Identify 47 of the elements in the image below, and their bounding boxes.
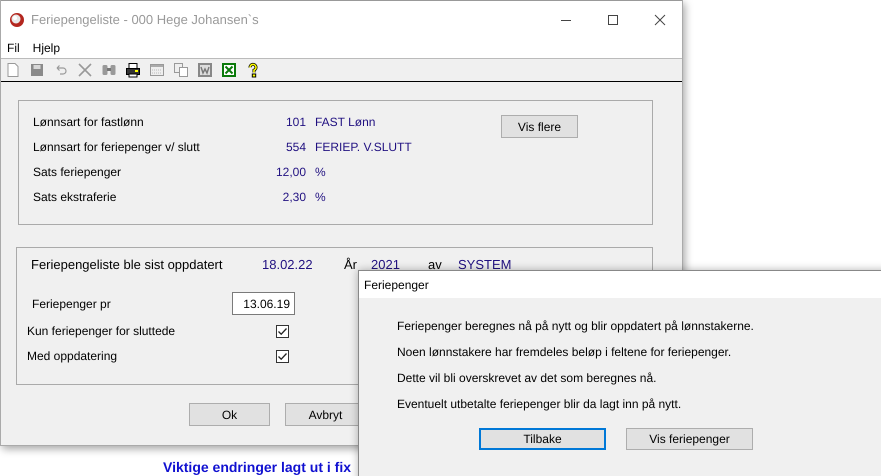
menu-item[interactable]: Fil [7, 41, 20, 55]
message-text: Eventuelt utbetalte feriepenger blir da lagt inn på nytt. [397, 397, 682, 412]
setting-value: 12,00 [274, 165, 306, 180]
setting-text: FERIEP. V.SLUTT [315, 140, 413, 155]
binoculars-icon[interactable] [101, 62, 117, 78]
window-title: Feriepengeliste - 000 Hege Johansen`s [31, 12, 259, 27]
message-text: Dette vil bli overskrevet av det som beregnes nå. [397, 371, 658, 386]
message-text: Noen lønnstakere har fremdeles beløp i feltene for feriepenger. [397, 345, 732, 360]
setting-label: Sats feriepenger [33, 165, 122, 180]
dialog-button[interactable]: Ok [189, 403, 270, 426]
message-text: Feriepenger beregnes nå på nytt og blir oppdatert på lønnstakerne. [397, 319, 755, 334]
dialog-button[interactable]: Vis feriepenger [626, 428, 753, 450]
close-icon[interactable] [654, 14, 666, 26]
date-field[interactable]: 13.06.19 [232, 292, 295, 315]
checkbox-label: Med oppdatering [27, 349, 118, 363]
setting-text: % [315, 190, 327, 205]
setting-label: Lønnsart for fastlønn [33, 115, 145, 130]
setting-value: 2,30 [282, 190, 306, 205]
dialog-button[interactable]: Tilbake [479, 428, 606, 450]
checkbox[interactable] [276, 324, 289, 338]
checkbox-label: Kun feriepenger for sluttede [27, 324, 176, 338]
printer-icon[interactable] [125, 62, 141, 78]
checkbox[interactable] [276, 350, 289, 362]
updated-by: SYSTEM [458, 257, 512, 272]
setting-label: Sats ekstraferie [33, 190, 118, 205]
updated-date: 18.02.22 [262, 257, 314, 272]
app-icon [9, 12, 25, 28]
maximize-icon[interactable] [607, 14, 619, 26]
new-document-icon[interactable] [5, 62, 21, 78]
year-label: År [344, 257, 358, 272]
save-icon[interactable] [29, 62, 45, 78]
copy-icon[interactable] [173, 62, 189, 78]
spreadsheet-icon[interactable] [221, 62, 237, 78]
setting-label: Lønnsart for feriepenger v/ slutt [33, 140, 201, 155]
show-more-button[interactable]: Vis flere [501, 115, 578, 138]
document-icon[interactable] [197, 62, 213, 78]
menu-item[interactable]: Hjelp [32, 41, 60, 55]
setting-text: FAST Lønn [315, 115, 376, 130]
updated-label: Feriepengeliste ble sist oppdatert [31, 257, 224, 272]
dialog-title: Feriepenger [364, 278, 429, 292]
setting-text: % [315, 165, 327, 180]
setting-value: 101 [284, 115, 306, 130]
year-value: 2021 [371, 257, 401, 272]
setting-value: 554 [284, 140, 306, 155]
by-label: av [428, 257, 443, 272]
message-link[interactable]: Viktige endringer lagt ut i fix [163, 459, 351, 475]
field-label: Feriepenger pr [31, 296, 112, 310]
